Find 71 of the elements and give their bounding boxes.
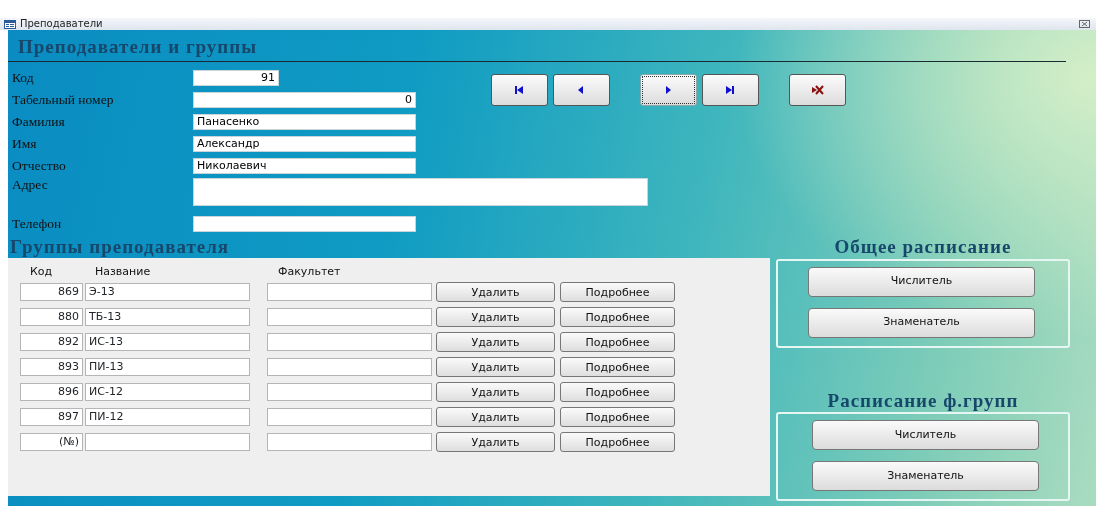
next-button[interactable] <box>640 73 697 106</box>
faculty-field[interactable] <box>267 308 432 327</box>
schedule-button[interactable]: Числитель <box>808 266 1035 297</box>
column-header: Название <box>95 266 152 278</box>
code-field[interactable]: 896 <box>20 383 83 402</box>
delete-record-icon <box>811 83 824 96</box>
input-field[interactable]: 0 <box>193 91 416 108</box>
delete-button[interactable]: Удалить <box>436 282 555 303</box>
name-field[interactable]: ПИ-12 <box>85 408 250 427</box>
details-button[interactable]: Подробнее <box>560 407 675 428</box>
details-button[interactable]: Подробнее <box>560 357 675 378</box>
name-field[interactable]: ИС-13 <box>85 333 250 352</box>
last-record-button[interactable] <box>702 73 759 106</box>
name-field[interactable]: ПИ-13 <box>85 358 250 377</box>
first-record-button[interactable] <box>491 73 548 106</box>
code-field[interactable]: 893 <box>20 358 83 377</box>
field-label: Адрес <box>11 177 49 192</box>
input-field[interactable] <box>193 177 648 206</box>
field-label: Телефон <box>11 217 63 231</box>
field-label: Фамилия <box>11 115 66 129</box>
details-button[interactable]: Подробнее <box>560 332 675 353</box>
input-field[interactable]: 91 <box>193 69 279 86</box>
previous-button[interactable] <box>553 73 610 106</box>
column-header: Факультет <box>278 266 342 278</box>
field-label: Отчество <box>11 159 67 173</box>
schedule-button[interactable]: Знаменатель <box>812 461 1039 492</box>
details-button[interactable]: Подробнее <box>560 432 675 453</box>
delete-button[interactable]: Удалить <box>436 307 555 328</box>
faculty-field[interactable] <box>267 358 432 377</box>
first-record-icon <box>513 83 526 96</box>
name-field[interactable] <box>85 433 250 452</box>
delete-button[interactable]: Удалить <box>436 332 555 353</box>
input-field[interactable]: Александр <box>193 135 416 152</box>
delete-button[interactable]: Удалить <box>436 432 555 453</box>
name-field[interactable]: ИС-12 <box>85 383 250 402</box>
field-label: Табельный номер <box>11 93 115 107</box>
close-icon[interactable] <box>1079 20 1090 28</box>
group-heading: Общее расписание <box>833 235 1013 259</box>
schedule-button[interactable]: Знаменатель <box>808 307 1035 338</box>
field-label: Код <box>11 71 35 85</box>
form-icon <box>4 19 16 29</box>
name-field[interactable]: ТБ-13 <box>85 308 250 327</box>
details-button[interactable]: Подробнее <box>560 282 675 303</box>
delete-button[interactable]: Удалить <box>436 407 555 428</box>
delete-button[interactable]: Удалить <box>436 357 555 378</box>
faculty-field[interactable] <box>267 283 432 302</box>
window-title: Преподаватели <box>20 19 103 29</box>
faculty-field[interactable] <box>267 383 432 402</box>
code-field[interactable]: 892 <box>20 333 83 352</box>
details-button[interactable]: Подробнее <box>560 382 675 403</box>
field-label: Имя <box>11 137 38 151</box>
input-field[interactable]: Панасенко <box>193 113 416 130</box>
schedule-button[interactable]: Числитель <box>812 420 1039 451</box>
form-heading: Преподаватели и группы <box>18 36 259 59</box>
code-field[interactable]: 880 <box>20 308 83 327</box>
faculty-field[interactable] <box>267 408 432 427</box>
faculty-field[interactable] <box>267 333 432 352</box>
input-field[interactable]: Николаевич <box>193 157 416 174</box>
code-field[interactable]: 897 <box>20 408 83 427</box>
faculty-field[interactable] <box>267 433 432 452</box>
details-button[interactable]: Подробнее <box>560 307 675 328</box>
code-field[interactable]: 869 <box>20 283 83 302</box>
name-field[interactable]: Э-13 <box>85 283 250 302</box>
delete-record-button[interactable] <box>789 73 846 106</box>
last-record-icon <box>724 83 737 96</box>
subform-heading: Группы преподавателя <box>9 235 231 258</box>
delete-button[interactable]: Удалить <box>436 382 555 403</box>
input-field[interactable] <box>193 215 416 232</box>
group-heading: Расписание ф.групп <box>826 389 1020 413</box>
code-field[interactable]: (№) <box>20 433 83 452</box>
column-header: Код <box>30 266 54 278</box>
